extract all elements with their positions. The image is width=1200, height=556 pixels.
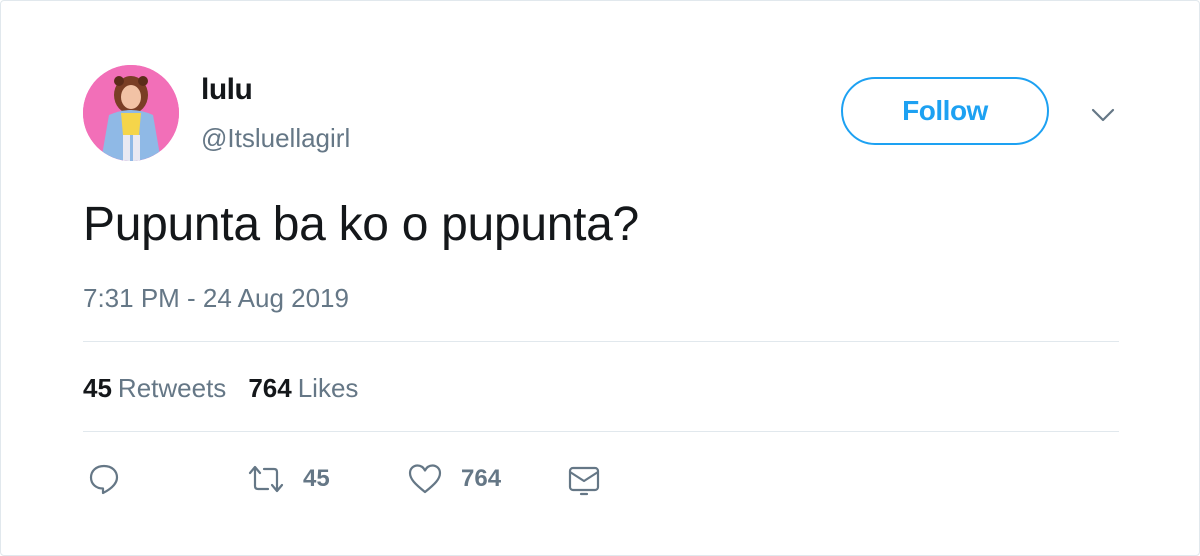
avatar[interactable]	[83, 65, 179, 161]
envelope-icon	[567, 462, 601, 496]
tweet-text: Pupunta ba ko o pupunta?	[83, 198, 639, 251]
retweets-stat[interactable]: 45 Retweets	[83, 373, 226, 404]
avatar-image	[83, 65, 179, 161]
retweet-button[interactable]: 45	[247, 457, 330, 501]
divider	[83, 431, 1119, 432]
likes-label: Likes	[297, 373, 359, 403]
tweet-stats: 45 Retweets 764 Likes	[83, 373, 358, 404]
likes-stat[interactable]: 764 Likes	[248, 373, 358, 404]
retweets-label: Retweets	[117, 373, 227, 403]
like-count: 764	[461, 465, 502, 492]
tweet-actions: 45 764	[1, 457, 1199, 501]
tweet-card: lulu @Itsluellagirl Follow Pupunta ba ko…	[0, 0, 1200, 556]
retweet-count: 45	[303, 465, 330, 492]
likes-count: 764	[248, 373, 292, 403]
heart-icon	[407, 462, 443, 496]
retweet-icon	[247, 462, 285, 496]
user-handle[interactable]: @Itsluellagirl	[201, 123, 350, 154]
follow-button[interactable]: Follow	[841, 77, 1049, 145]
display-name[interactable]: lulu	[201, 73, 253, 107]
reply-icon	[87, 462, 121, 496]
reply-button[interactable]	[87, 457, 121, 501]
like-button[interactable]: 764	[407, 457, 501, 501]
direct-message-button[interactable]	[567, 457, 601, 501]
divider	[83, 341, 1119, 342]
chevron-down-icon[interactable]	[1089, 101, 1117, 129]
retweets-count: 45	[83, 373, 112, 403]
tweet-timestamp[interactable]: 7:31 PM - 24 Aug 2019	[83, 283, 349, 314]
